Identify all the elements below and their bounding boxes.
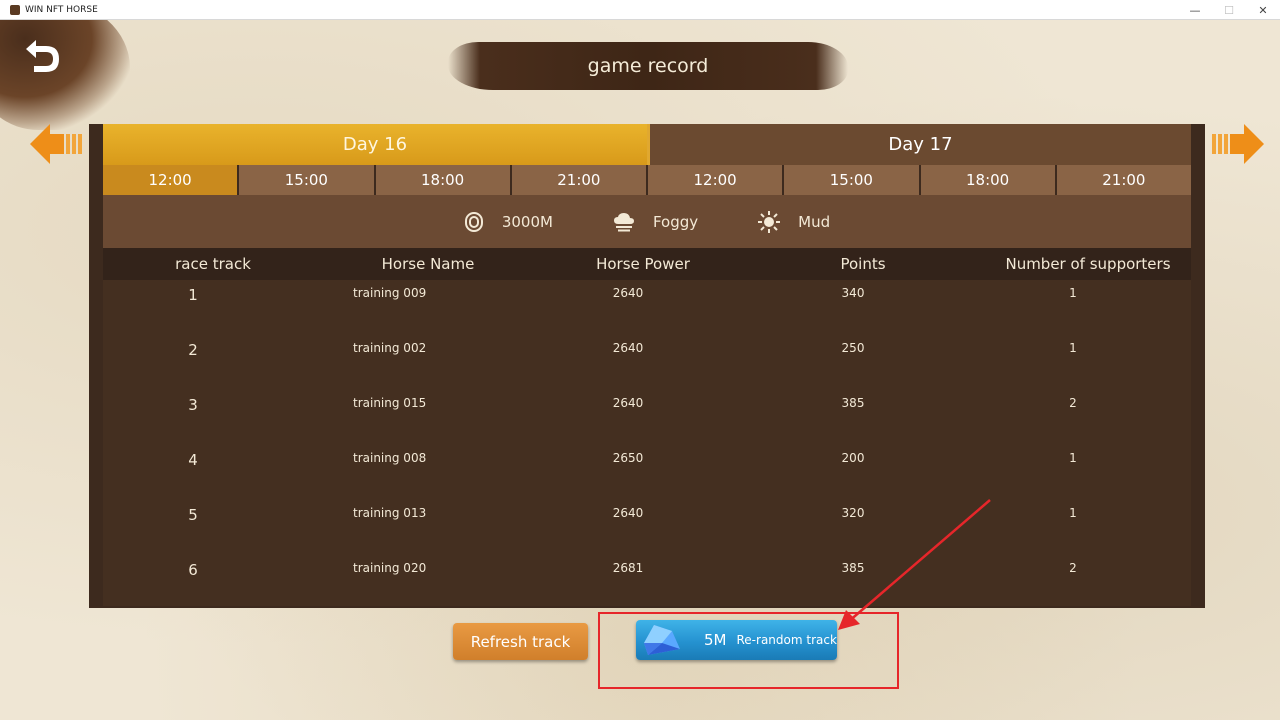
time-tab[interactable]: 15:00 xyxy=(784,165,921,195)
window-titlebar: WIN NFT HORSE — ☐ ✕ xyxy=(0,0,1280,20)
weather-value: Foggy xyxy=(652,212,699,231)
close-button[interactable]: ✕ xyxy=(1246,0,1280,20)
game-record-panel: Day 16 Day 17 12:00 15:00 18:00 21:00 12… xyxy=(89,124,1205,608)
table-row: 1 training 009 2640 340 1 xyxy=(103,286,1191,341)
header-banner: game record xyxy=(448,42,848,90)
window-title: WIN NFT HORSE xyxy=(25,4,98,15)
back-button[interactable] xyxy=(20,32,64,76)
cell-power: 2681 xyxy=(612,561,644,575)
tab-day-17[interactable]: Day 17 xyxy=(647,124,1191,165)
next-arrow-icon[interactable] xyxy=(1210,124,1264,164)
cell-track: 5 xyxy=(188,506,198,524)
table-row: 6 training 020 2681 385 2 xyxy=(103,561,1191,616)
weather-info: Foggy xyxy=(613,212,698,232)
time-tab[interactable]: 18:00 xyxy=(920,165,1057,195)
window-controls: — ☐ ✕ xyxy=(1178,0,1280,20)
app-icon xyxy=(10,4,20,15)
maximize-button[interactable]: ☐ xyxy=(1212,0,1246,20)
game-viewport: game record Day 16 Day 17 12:00 15:00 18… xyxy=(0,20,1280,720)
table-row: 3 training 015 2640 385 2 xyxy=(103,396,1191,451)
time-tab[interactable]: 18:00 xyxy=(375,165,512,195)
cell-power: 2640 xyxy=(612,286,644,300)
cell-name: training 020 xyxy=(353,561,427,575)
minimize-button[interactable]: — xyxy=(1178,0,1212,20)
annotation-arrow-icon xyxy=(838,499,991,630)
col-header-track: race track xyxy=(175,255,251,273)
time-tab[interactable]: 15:00 xyxy=(239,165,376,195)
cell-power: 2650 xyxy=(612,451,644,465)
cell-track: 6 xyxy=(188,561,198,579)
cell-supporters: 1 xyxy=(1069,341,1077,355)
col-header-power: Horse Power xyxy=(596,255,690,273)
cell-supporters: 2 xyxy=(1069,561,1077,575)
cell-track: 1 xyxy=(188,286,198,304)
ground-value: Mud xyxy=(798,212,831,231)
col-header-points: Points xyxy=(840,255,886,273)
table-body: 1 training 009 2640 340 1 2 training 002… xyxy=(103,280,1191,606)
cell-supporters: 1 xyxy=(1069,286,1077,300)
cloud-icon xyxy=(613,212,634,231)
cell-points: 340 xyxy=(841,286,865,300)
cell-supporters: 2 xyxy=(1069,396,1077,410)
page-title: game record xyxy=(587,55,709,77)
col-header-name: Horse Name xyxy=(381,255,475,273)
cell-name: training 009 xyxy=(353,286,427,300)
cell-track: 3 xyxy=(188,396,198,414)
cell-points: 200 xyxy=(841,451,865,465)
cell-track: 4 xyxy=(188,451,198,469)
cell-name: training 008 xyxy=(353,451,427,465)
distance-info: 3000M xyxy=(464,211,553,232)
tab-day-16[interactable]: Day 16 xyxy=(103,124,647,165)
back-arrow-icon xyxy=(26,40,59,72)
refresh-track-button[interactable]: Refresh track xyxy=(453,623,588,660)
cell-power: 2640 xyxy=(612,341,644,355)
cell-track: 2 xyxy=(188,341,198,359)
day-tabs: Day 16 Day 17 xyxy=(103,124,1191,165)
race-conditions: 3000M Foggy Mud xyxy=(103,195,1191,248)
cell-supporters: 1 xyxy=(1069,506,1077,520)
table-row: 2 training 002 2640 250 1 xyxy=(103,341,1191,396)
cell-points: 250 xyxy=(841,341,865,355)
prev-arrow-icon[interactable] xyxy=(30,124,84,164)
time-tab[interactable]: 12:00 xyxy=(648,165,785,195)
col-header-supporters: Number of supporters xyxy=(1005,255,1171,273)
distance-value: 3000M xyxy=(501,212,553,231)
time-tab[interactable]: 21:00 xyxy=(1056,165,1191,195)
cell-supporters: 1 xyxy=(1069,451,1077,465)
table-header: race track Horse Name Horse Power Points… xyxy=(103,248,1191,280)
track-icon xyxy=(464,211,483,232)
cell-power: 2640 xyxy=(612,396,644,410)
cell-power: 2640 xyxy=(612,506,644,520)
cell-name: training 002 xyxy=(353,341,427,355)
cell-name: training 013 xyxy=(353,506,427,520)
time-tab[interactable]: 21:00 xyxy=(511,165,648,195)
time-tab[interactable]: 12:00 xyxy=(103,165,240,195)
cell-points: 385 xyxy=(841,396,865,410)
table-row: 5 training 013 2640 320 1 xyxy=(103,506,1191,561)
time-tabs: 12:00 15:00 18:00 21:00 12:00 15:00 18:0… xyxy=(103,165,1191,195)
sun-icon xyxy=(758,210,781,233)
ground-info: Mud xyxy=(758,210,831,233)
cell-name: training 015 xyxy=(353,396,427,410)
table-row: 4 training 008 2650 200 1 xyxy=(103,451,1191,506)
